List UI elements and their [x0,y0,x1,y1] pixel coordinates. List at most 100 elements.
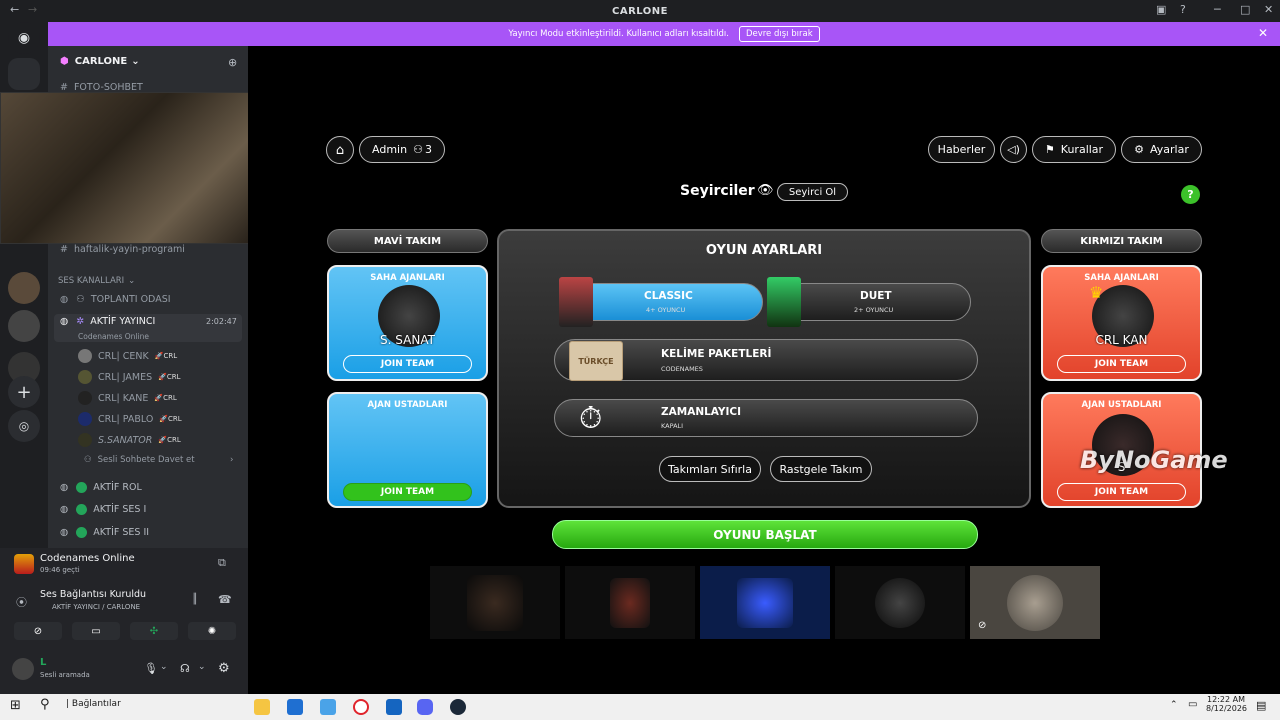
avatar[interactable] [12,658,34,680]
windows-start-icon[interactable]: ⊞ [10,698,21,713]
camera-off-icon[interactable]: ⊘ [14,622,62,640]
streamer-mode-banner: Yayıncı Modu etkinleştirildi. Kullanıcı … [48,22,1280,46]
close-icon[interactable]: ✕ [1258,26,1268,40]
member-row[interactable]: CRL| CENK 🚀CRL [78,349,248,363]
close-window-icon[interactable]: ✕ [1264,3,1273,16]
steam-icon[interactable] [450,699,466,715]
channel-active-role[interactable]: ◍ AKTİF ROL [60,482,248,493]
server-header[interactable]: ⬢ CARLONE ⌄ [60,56,248,67]
folder-icon[interactable] [254,699,270,715]
invite-voice-row[interactable]: ⚇ Sesli Sohbete Davet et › [84,455,248,465]
video-tile[interactable] [430,566,560,639]
camera-off-icon: ⊘ [978,620,987,631]
video-tile[interactable] [565,566,695,639]
user-panel: Codenames Online 09:46 geçti ⧉ ⦿ Ses Bağ… [0,548,248,694]
video-tile[interactable] [700,566,830,639]
member-row[interactable]: CRL| JAMES 🚀CRL [78,370,248,384]
red-field-agents-card: SAHA AJANLARI ♛ CRL KAN JOIN TEAM [1041,265,1202,381]
add-member-icon[interactable]: ⊕ [228,56,237,69]
user-settings-icon[interactable]: ⚙ [218,661,230,676]
join-team-button[interactable]: JOIN TEAM [1057,483,1186,501]
sound-button[interactable]: ◁) [1000,136,1027,163]
server-icon[interactable] [8,58,40,90]
avatar [78,391,92,405]
become-spectator-button[interactable]: Seyirci Ol [777,183,848,201]
maximize-icon[interactable]: □ [1240,3,1250,16]
screen-share-icon[interactable]: ▭ [72,622,120,640]
channel-label: AKTİF SES I [93,504,147,515]
member-row[interactable]: CRL| KANE 🚀CRL [78,391,248,405]
noise-suppression-icon[interactable]: ║ [192,594,198,605]
member-row[interactable]: S.SANATOR 🚀CRL [78,433,248,447]
join-team-button[interactable]: JOIN TEAM [343,483,472,501]
rules-button[interactable]: ⚑ Kurallar [1032,136,1116,163]
search-icon[interactable]: ⚲ [40,697,50,712]
member-row[interactable]: CRL| PABLO 🚀CRL [78,412,248,426]
chevron-down-icon[interactable]: ⌄ [198,662,206,672]
reset-teams-button[interactable]: Takımları Sıfırla [659,456,761,482]
member-tag: 🚀CRL [154,352,178,360]
admin-label: Admin [372,143,408,156]
people-icon: ⚇ [413,143,423,156]
activity-launch-icon[interactable]: ✣ [130,622,178,640]
stopwatch-icon: ⏱ [579,401,603,436]
microphone-icon[interactable]: 🎙 [144,662,158,675]
crown-icon: ♛ [1089,283,1104,302]
discord-home-icon[interactable]: ◉ [8,22,40,54]
taskbar-search-label[interactable]: | Bağlantılar [66,699,121,709]
timer-option[interactable]: ZAMANLAYICI KAPALI [554,399,978,437]
category-voice-channels[interactable]: SES KANALLARI ⌄ [58,276,248,286]
app-icon[interactable] [320,699,336,715]
join-team-button[interactable]: JOIN TEAM [1057,355,1186,373]
channel-active-voice-2[interactable]: ◍ AKTİF SES II [60,527,248,538]
outlook-icon[interactable] [287,699,303,715]
voice-channel[interactable]: AKTİF YAYINCI / CARLONE [52,603,140,611]
channel-active-voice-1[interactable]: ◍ AKTİF SES I [60,504,248,515]
channel-meeting[interactable]: ◍ ⚇ TOPLANTI ODASI [60,294,248,305]
server-icon[interactable] [8,272,40,304]
join-team-button[interactable]: JOIN TEAM [343,355,472,373]
speaker-icon: ◍ [60,504,69,515]
avatar [78,370,92,384]
minimize-icon[interactable]: ─ [1214,3,1221,16]
disconnect-icon[interactable]: ☎ [218,593,232,606]
help-button[interactable]: ? [1181,185,1200,204]
explore-icon[interactable]: ◎ [8,410,40,442]
admin-button[interactable]: Admin ⚇ 3 [359,136,445,163]
channel-label: haftalik-yayin-programi [73,244,185,255]
video-tile[interactable]: ⊘ [970,566,1100,639]
blue-field-agents-card: SAHA AJANLARI S. SANAT JOIN TEAM [327,265,488,381]
user-status: Sesli aramada [40,671,90,679]
add-server-icon[interactable]: + [8,376,40,408]
clock[interactable]: 12:22 AM 8/12/2026 [1206,695,1247,713]
chevron-up-icon[interactable]: ⌃ [1170,700,1178,710]
person-add-icon: ⚇ [84,455,92,465]
help-icon[interactable]: ? [1180,3,1186,16]
avatar [78,433,92,447]
opera-icon[interactable] [353,699,369,715]
news-button[interactable]: Haberler [928,136,995,163]
activity-settings-icon[interactable]: ⧉ [218,556,226,570]
online-dot-icon [76,504,88,515]
channel-schedule[interactable]: # haftalik-yayin-programi [60,244,248,255]
notifications-icon[interactable]: ▤ [1256,699,1266,712]
soundboard-icon[interactable]: ✺ [188,622,236,640]
disable-streamer-mode-button[interactable]: Devre dışı bırak [738,26,820,42]
video-tile[interactable] [835,566,965,639]
card-title: AJAN USTADLARI [1081,400,1162,410]
headphones-icon[interactable]: ☊ [180,662,190,675]
inbox-icon[interactable]: ▣ [1156,3,1166,16]
store-icon[interactable] [386,699,402,715]
member-name: CRL| JAMES [98,371,153,383]
chevron-down-icon[interactable]: ⌄ [160,662,168,672]
home-button[interactable]: ⌂ [326,136,354,164]
avatar [467,574,523,631]
card-title: AJAN USTADLARI [367,400,448,410]
random-team-button[interactable]: Rastgele Takım [770,456,872,482]
member-tag: 🚀CRL [158,373,181,381]
start-game-button[interactable]: OYUNU BAŞLAT [552,520,978,549]
settings-button[interactable]: ⚙ Ayarlar [1121,136,1202,163]
discord-icon[interactable] [417,699,433,715]
network-icon[interactable]: ▭ [1188,699,1197,710]
server-icon[interactable] [8,310,40,342]
